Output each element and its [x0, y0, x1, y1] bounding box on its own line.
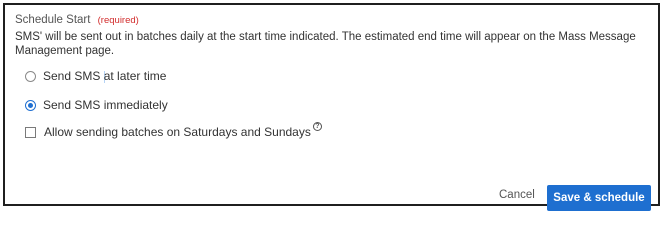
weekend-sending-option[interactable]: Allow sending batches on Saturdays and S…	[25, 121, 322, 139]
schedule-start-panel: Schedule Start (required) SMS' will be s…	[3, 3, 660, 211]
send-immediately-radio[interactable]	[25, 99, 36, 111]
send-later-radio[interactable]	[25, 70, 36, 82]
send-later-option[interactable]: Send SMS at later time	[25, 69, 166, 83]
send-later-label: Send SMS at later time	[43, 69, 167, 83]
schedule-description: SMS' will be sent out in batches daily a…	[15, 31, 636, 57]
required-indicator: (required)	[97, 15, 139, 26]
help-icon[interactable]: ?	[312, 121, 322, 131]
section-title: Schedule Start (required)	[15, 14, 139, 26]
cancel-button[interactable]: Cancel	[499, 189, 535, 201]
send-immediately-label: Send SMS immediately	[43, 98, 168, 112]
save-schedule-button[interactable]: Save & schedule	[547, 185, 651, 211]
send-immediately-option[interactable]: Send SMS immediately	[25, 98, 168, 112]
weekend-sending-checkbox[interactable]	[25, 126, 36, 138]
schedule-start-label: Schedule Start	[15, 14, 91, 26]
weekend-sending-label: Allow sending batches on Saturdays and S…	[44, 125, 311, 139]
